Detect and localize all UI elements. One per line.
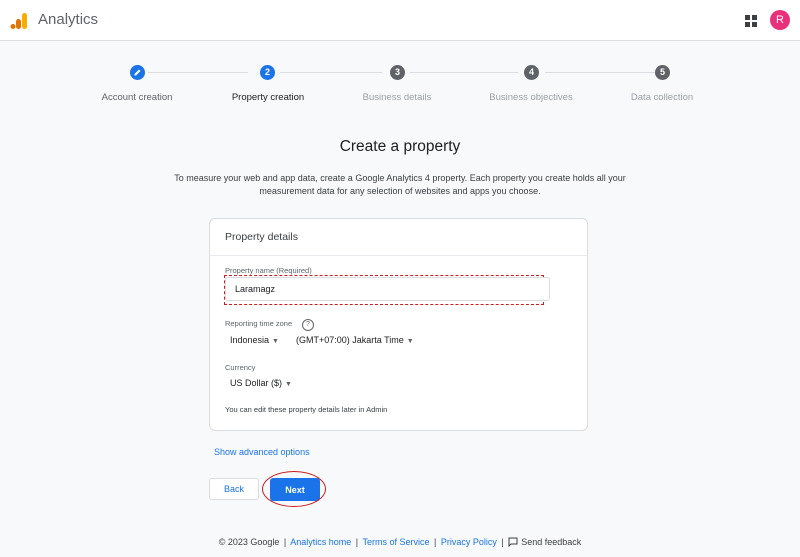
step-label-data-collection: Data collection — [630, 92, 694, 103]
show-advanced-options-link[interactable]: Show advanced options — [214, 447, 310, 457]
step-connector — [545, 72, 655, 73]
page-description: To measure your web and app data, create… — [150, 172, 650, 198]
currency-select[interactable]: US Dollar ($) ▼ — [230, 378, 292, 388]
dropdown-caret-icon: ▼ — [272, 338, 279, 345]
timezone-value: (GMT+07:00) Jakarta Time — [296, 335, 404, 345]
step-connector — [148, 72, 248, 73]
step-3-badge: 3 — [390, 65, 405, 80]
send-feedback-label: Send feedback — [521, 537, 582, 547]
analytics-logo-icon[interactable] — [10, 12, 28, 30]
footer: © 2023 Google | Analytics home | Terms o… — [218, 537, 582, 547]
step-connector — [410, 72, 518, 73]
timezone-label: Reporting time zone — [225, 319, 293, 328]
privacy-policy-link[interactable]: Privacy Policy — [441, 537, 497, 547]
description-line: To measure your web and app data, create… — [174, 173, 626, 183]
step-label-business-details: Business details — [362, 92, 432, 103]
currency-value: US Dollar ($) — [230, 378, 283, 388]
footer-copyright: © 2023 Google — [218, 537, 280, 547]
timezone-country-select[interactable]: Indonesia ▼ — [230, 335, 279, 345]
currency-label: Currency — [225, 363, 256, 372]
app-title: Analytics — [38, 11, 99, 28]
account-avatar[interactable]: R — [770, 10, 790, 30]
property-name-label: Property name (Required) — [225, 266, 312, 275]
analytics-home-link[interactable]: Analytics home — [290, 537, 351, 547]
terms-of-service-link[interactable]: Terms of Service — [362, 537, 429, 547]
help-icon[interactable]: ? — [302, 319, 314, 331]
apps-grid-icon[interactable] — [744, 14, 758, 28]
edit-later-note: You can edit these property details late… — [225, 405, 388, 414]
timezone-select[interactable]: (GMT+07:00) Jakarta Time ▼ — [296, 335, 414, 345]
step-label-account-creation: Account creation — [101, 92, 173, 103]
back-button[interactable]: Back — [209, 478, 259, 500]
step-label-business-objectives: Business objectives — [489, 92, 573, 103]
step-5-badge: 5 — [655, 65, 670, 80]
step-1-completed — [130, 65, 145, 80]
card-title: Property details — [225, 231, 298, 243]
property-details-card: Property details Property name (Required… — [209, 218, 588, 431]
feedback-icon — [508, 537, 518, 547]
property-name-input[interactable] — [225, 277, 550, 301]
step-4-badge: 4 — [524, 65, 539, 80]
step-label-property-creation: Property creation — [231, 92, 305, 103]
page-title: Create a property — [339, 138, 461, 155]
dropdown-caret-icon: ▼ — [406, 338, 414, 345]
dropdown-caret-icon: ▼ — [285, 381, 292, 388]
description-line: measurement data for any selection of we… — [259, 186, 541, 196]
top-app-bar: Analytics R — [0, 0, 800, 41]
annotation-circle — [262, 471, 326, 507]
step-2-badge: 2 — [260, 65, 275, 80]
setup-stepper: 2 3 4 5 Account creation Property creati… — [0, 62, 800, 112]
timezone-country-value: Indonesia — [230, 335, 270, 345]
step-connector — [280, 72, 382, 73]
pencil-icon — [134, 69, 141, 76]
send-feedback-link[interactable]: Send feedback — [508, 537, 581, 547]
card-header: Property details — [210, 219, 587, 256]
